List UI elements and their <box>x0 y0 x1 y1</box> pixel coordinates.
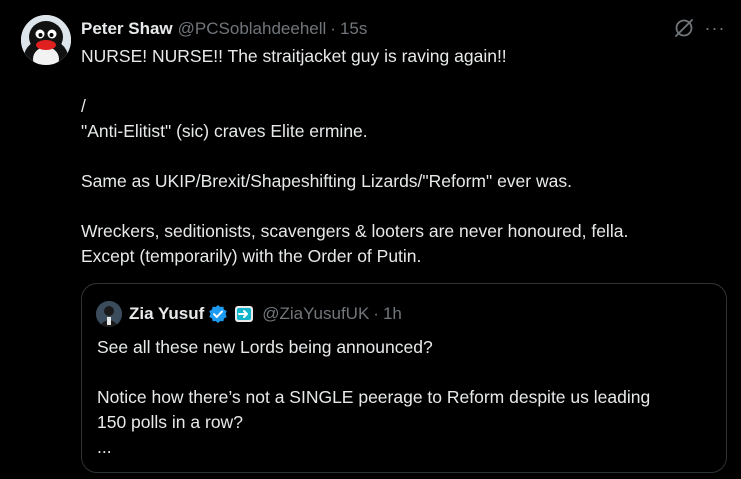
author-name[interactable]: Peter Shaw <box>81 19 173 39</box>
quoted-line: ... <box>97 437 112 457</box>
quoted-author-name[interactable]: Zia Yusuf <box>129 304 204 324</box>
quoted-tweet-text: See all these new Lords being announced?… <box>97 335 707 460</box>
tweet-line: Except (temporarily) with the Order of P… <box>81 246 422 266</box>
quoted-author-handle[interactable]: @ZiaYusufUK <box>262 304 369 324</box>
separator-dot: · <box>330 19 336 38</box>
tweet-line <box>81 194 721 219</box>
tweet-line <box>81 144 721 169</box>
timestamp[interactable]: 15s <box>340 19 367 39</box>
avatar[interactable] <box>21 15 71 65</box>
tweet-line: "Anti-Elitist" (sic) craves Elite ermine… <box>81 121 368 141</box>
quoted-tweet-header: Zia Yusuf @ZiaYusufUK · 1h <box>96 301 402 327</box>
tweet-text: NURSE! NURSE!! The straitjacket guy is r… <box>81 44 721 269</box>
tweet-line: Wreckers, seditionists, scavengers & loo… <box>81 221 629 241</box>
separator-dot: · <box>373 304 379 323</box>
tweet-line <box>81 69 721 94</box>
more-icon[interactable]: ··· <box>704 17 726 39</box>
quoted-line: 150 polls in a row? <box>97 412 243 432</box>
affiliate-badge-icon[interactable] <box>234 304 254 324</box>
author-handle[interactable]: @PCSoblahdeehell <box>178 19 327 39</box>
tweet-line: Same as UKIP/Brexit/Shapeshifting Lizard… <box>81 171 572 191</box>
grok-icon[interactable] <box>673 17 695 39</box>
tweet-line: / <box>81 96 86 116</box>
quoted-tweet[interactable]: Zia Yusuf @ZiaYusufUK · 1h See all these… <box>81 283 727 473</box>
quoted-line: Notice how there’s not a SINGLE peerage … <box>97 387 651 407</box>
tweet-line: NURSE! NURSE!! The straitjacket guy is r… <box>81 46 507 66</box>
verified-badge-icon <box>208 304 228 324</box>
quoted-timestamp[interactable]: 1h <box>383 304 402 324</box>
quoted-line <box>97 360 707 385</box>
tweet-header: Peter Shaw @PCSoblahdeehell · 15s ··· <box>81 17 741 41</box>
quoted-avatar[interactable] <box>96 301 122 327</box>
quoted-line: See all these new Lords being announced? <box>97 337 433 357</box>
